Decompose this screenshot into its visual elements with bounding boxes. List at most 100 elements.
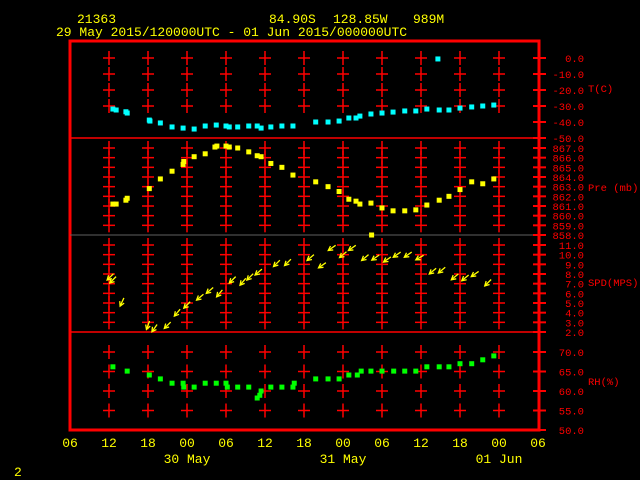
wind-arrow [205,287,214,295]
temperature-point [246,123,252,129]
relative_humidity-point [169,380,175,386]
relative_humidity-point [368,368,374,374]
relative_humidity-point [358,368,364,374]
relative_humidity-point [268,384,274,390]
pressure-point [390,208,396,214]
wind-arrow [414,254,424,261]
temperature-point [491,102,497,108]
pressure-point [202,151,208,157]
pressure-point [336,189,342,194]
pressure-point [424,202,430,208]
temperature-point [402,108,408,114]
temperature-point [213,122,219,128]
x-axis: 06 12 18 00 06 12 18 00 06 12 18 00 06 30 May 31 May 01… [62,436,546,467]
wind-arrow [347,244,357,252]
temperature-point [446,107,452,113]
x-date-label: 01 Jun [476,452,523,467]
temperature-point [457,105,463,111]
temperature-point [191,126,197,132]
pressure-point [113,201,119,207]
wind-arrow [370,254,380,261]
wind-arrow [437,266,446,274]
temperature-point [346,115,352,121]
temperature-point [390,109,396,115]
wind-arrow [239,277,247,287]
temperature-point [226,124,232,130]
x-tick-label: 18 [452,436,468,451]
y-tick-label: -40.0 [552,118,584,130]
relative_humidity-point [391,368,397,374]
x-tick-label: 00 [179,436,195,451]
temperature-point [435,56,441,62]
wind-arrow [327,244,337,252]
wind-arrow [119,297,125,308]
relative_humidity-point [457,361,463,367]
temperature-point [113,107,119,113]
temperature-point [325,119,331,125]
x-date-label: 31 May [320,452,367,467]
y-tick-label: 55.0 [559,407,584,419]
temperature-point [368,111,374,117]
temperature-point [424,106,430,112]
temperature-point [235,124,241,130]
wind-arrow [460,274,470,282]
wind-arrow [360,254,369,262]
relative_humidity-point [346,372,352,378]
relative_humidity-point [325,376,331,382]
y-tick-label: -10.0 [552,70,584,82]
grid-crosses [103,51,505,418]
wind-arrow [163,321,172,330]
pressure-point [268,160,274,166]
y-tick-label: 50.0 [559,426,584,438]
pressure-point [491,176,497,182]
relative_humidity-point [258,388,264,394]
wind-arrow [283,258,292,267]
relative_humidity-point [491,353,497,359]
relative_humidity-point [246,384,252,390]
panel-label: Pre (mb) [588,183,638,195]
relative_humidity-point [469,361,475,367]
relative_humidity-point [413,368,419,374]
temperature-point [202,123,208,129]
x-tick-label: 12 [257,436,273,451]
pressure-point [258,154,264,160]
relative_humidity-point [254,395,260,401]
pressure-point [169,168,175,174]
wind-arrow [272,259,281,268]
wind-arrow [392,251,402,259]
relative_humidity-point [202,380,208,386]
y-tick-label: -20.0 [552,86,584,98]
relative_humidity-point [279,384,285,390]
pressure-point [157,176,163,182]
relative_humidity-point [146,372,152,378]
pressure-point [480,181,486,187]
relative_humidity-point [446,364,452,370]
relative_humidity-point [124,368,130,374]
panel-label: SPD(MPS) [588,278,638,290]
wind-arrow [108,276,117,284]
pressure-point [369,232,375,238]
panel-label: T(C) [588,84,613,96]
temperature-point [169,124,175,130]
x-tick-label: 18 [296,436,312,451]
y-tick-label: 60.0 [559,387,584,399]
data-marks [106,56,497,401]
temperature-point [436,107,442,113]
y-tick-label: 65.0 [559,368,584,380]
station-elevation: 989M [413,12,444,27]
x-tick-label: 00 [491,436,507,451]
page-number: 2 [14,465,22,480]
meteogram: 21363 84.90S 128.85W 989M 29 May 2015/12… [14,12,638,480]
pressure-point [346,196,352,202]
wind-arrow [228,276,237,284]
temperature-point [279,123,285,129]
temperature-point [180,125,186,131]
temperature-point [336,118,342,124]
pressure-point [402,208,408,214]
pressure-point [325,184,331,190]
relative_humidity-point [379,368,385,374]
pressure-point [413,207,419,213]
relative_humidity-point [336,376,342,382]
relative_humidity-point [110,364,116,370]
temperature-point [147,118,153,124]
